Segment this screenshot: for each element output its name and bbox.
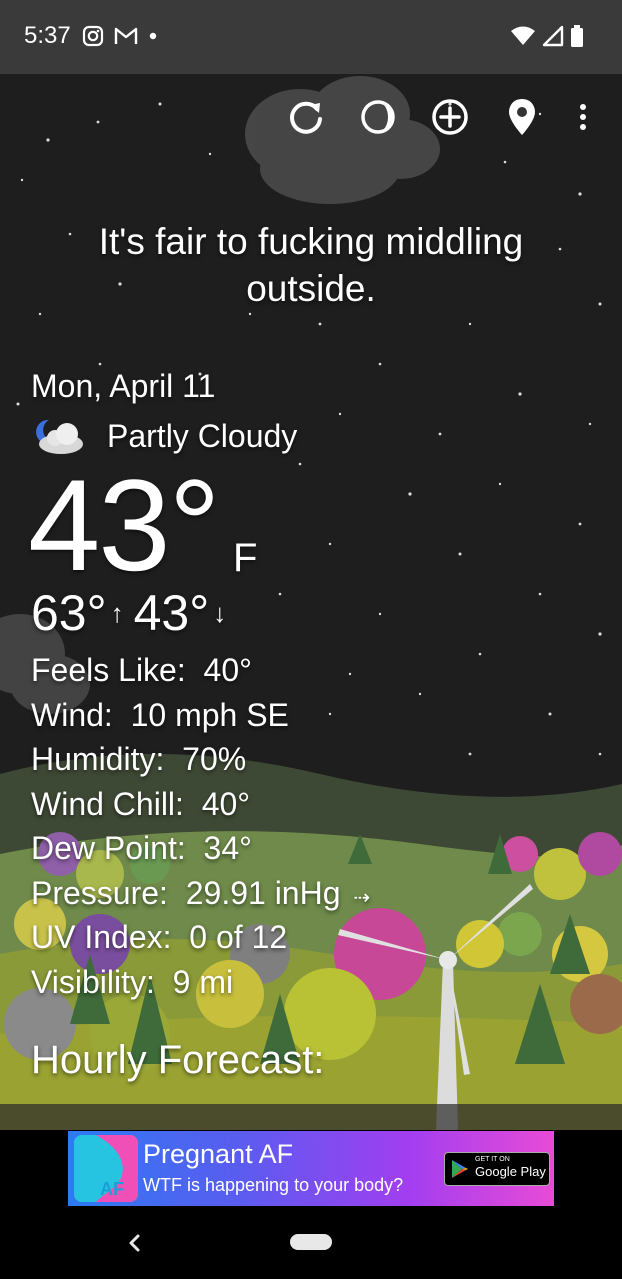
detail-dew-point: Dew Point: 34°: [31, 826, 370, 871]
pregnant-silhouette-icon: AF: [74, 1135, 138, 1202]
battery-icon: [571, 25, 583, 47]
navigation-bar: [0, 1206, 622, 1279]
pressure-trend-icon: ⇢: [353, 886, 371, 909]
status-system-icons: [510, 22, 584, 50]
ad-banner[interactable]: AF Pregnant AF WTF is happening to your …: [68, 1131, 554, 1206]
detail-value: 0 of 12: [189, 919, 288, 955]
add-location-button[interactable]: [414, 92, 486, 142]
overflow-menu-icon: [580, 104, 586, 130]
high-low-temperature: 63° ↑ 43° ↓: [31, 585, 236, 641]
detail-visibility: Visibility: 9 mi: [31, 960, 370, 1005]
wifi-icon: [511, 26, 535, 45]
ad-title: Pregnant AF: [143, 1139, 294, 1169]
weather-app-screen: 5:37 It's fair to fucking middling outsi…: [0, 0, 622, 1279]
detail-value: 40°: [203, 652, 252, 688]
detail-label: Visibility:: [31, 963, 155, 1000]
low-temperature: 43°: [133, 585, 210, 641]
detail-label: Humidity:: [31, 741, 165, 777]
home-pill-button[interactable]: [290, 1234, 332, 1250]
partly-cloudy-night-icon: [36, 419, 83, 454]
detail-label: Dew Point:: [31, 830, 186, 866]
detail-uv-index: UV Index: 0 of 12: [31, 915, 370, 960]
back-icon[interactable]: [120, 1228, 150, 1258]
gmail-icon: [114, 27, 138, 44]
detail-value: 70%: [182, 741, 247, 777]
google-play-icon: [452, 1160, 468, 1178]
status-app-icons: [82, 22, 158, 50]
notification-dot-icon: [149, 32, 157, 40]
theme-button[interactable]: [342, 92, 414, 142]
location-button[interactable]: [486, 92, 558, 142]
refresh-icon: [290, 101, 322, 134]
theme-icon: [361, 100, 395, 134]
detail-value: 34°: [203, 830, 252, 866]
detail-humidity: Humidity: 70%: [31, 737, 370, 782]
detail-label: Wind:: [31, 696, 113, 733]
overflow-menu-button[interactable]: [558, 92, 608, 142]
weather-tagline: It's fair to fucking middling outside.: [98, 221, 524, 309]
weather-details-list: Feels Like: 40° Wind: 10 mph SE Humidity…: [31, 648, 370, 1004]
instagram-icon: [82, 25, 104, 47]
hourly-forecast-strip[interactable]: [0, 1104, 622, 1130]
ad-app-logo: AF: [74, 1135, 138, 1202]
detail-feels-like: Feels Like: 40°: [31, 648, 370, 693]
current-temperature: 43°: [28, 452, 221, 598]
detail-label: Feels Like:: [31, 652, 186, 688]
hourly-forecast-heading: Hourly Forecast:: [31, 1038, 325, 1082]
ad-logo-text: AF: [100, 1179, 124, 1199]
detail-label: UV Index:: [31, 919, 172, 955]
signal-icon: [542, 25, 564, 47]
status-time: 5:37: [24, 22, 71, 49]
detail-value: 29.91 inHg: [185, 874, 341, 911]
current-date: Mon, April 11: [31, 368, 216, 404]
temperature-unit: F: [233, 536, 258, 580]
detail-label: Wind Chill:: [31, 785, 184, 822]
status-bar: 5:37: [0, 0, 622, 74]
google-play-badge[interactable]: GET IT ON Google Play: [444, 1152, 550, 1186]
detail-label: Pressure:: [31, 874, 168, 911]
down-arrow-icon: ↓: [213, 598, 227, 628]
up-arrow-icon: ↑: [110, 598, 124, 628]
store-big-text: Google Play: [475, 1164, 546, 1179]
detail-pressure: Pressure: 29.91 inHg ⇢: [31, 871, 370, 916]
detail-value: 40°: [201, 785, 251, 822]
store-small-text: GET IT ON: [475, 1156, 510, 1163]
add-location-icon: [432, 99, 468, 135]
detail-wind-chill: Wind Chill: 40°: [31, 782, 370, 827]
detail-value: 9 mi: [172, 963, 234, 1000]
condition-label: Partly Cloudy: [107, 417, 298, 454]
detail-wind: Wind: 10 mph SE: [31, 693, 370, 738]
refresh-button[interactable]: [270, 92, 342, 142]
ad-subtitle: WTF is happening to your body?: [143, 1175, 404, 1195]
high-temperature: 63°: [31, 585, 107, 641]
detail-value: 10 mph SE: [130, 696, 289, 733]
top-toolbar: [270, 92, 608, 142]
location-pin-icon: [509, 99, 535, 135]
